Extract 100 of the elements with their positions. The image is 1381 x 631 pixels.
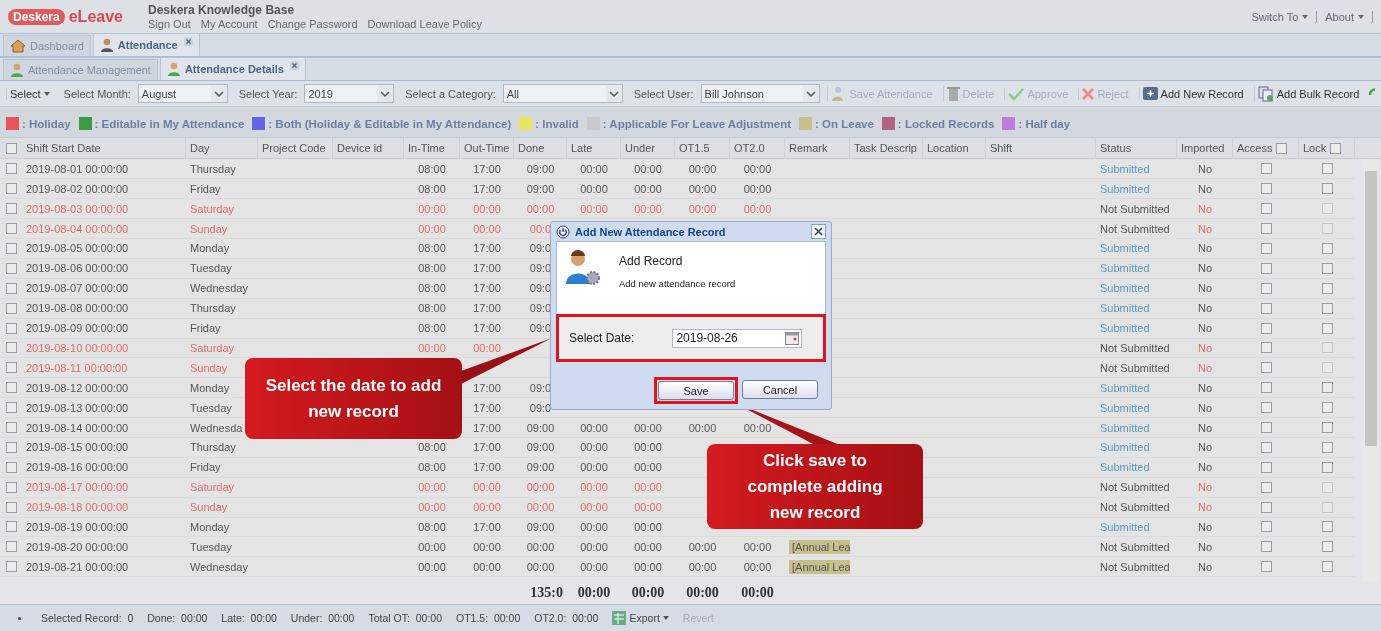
row-checkbox[interactable]: [5, 302, 17, 314]
header-link[interactable]: Download Leave Policy: [367, 16, 482, 31]
column-header[interactable]: Lock: [1303, 142, 1327, 155]
close-icon[interactable]: [811, 224, 826, 239]
row-checkbox[interactable]: [5, 322, 17, 334]
scrollbar[interactable]: [1363, 159, 1379, 583]
column-header[interactable]: Imported: [1181, 142, 1225, 155]
column-header[interactable]: OT1.5: [679, 142, 710, 155]
header-menu[interactable]: Switch To: [1251, 10, 1309, 23]
dropdown-field[interactable]: All: [502, 84, 623, 104]
column-header[interactable]: Project Code: [262, 142, 326, 155]
column-header[interactable]: Status: [1100, 142, 1132, 155]
row-checkbox[interactable]: [5, 163, 17, 175]
dropdown-field[interactable]: Bill Johnson: [700, 84, 821, 104]
checkbox[interactable]: [1321, 521, 1333, 533]
select-menu[interactable]: Select: [6, 87, 53, 100]
checkbox[interactable]: [1260, 422, 1272, 433]
checkbox[interactable]: [1276, 143, 1288, 154]
checkbox[interactable]: [1260, 203, 1272, 215]
column-header[interactable]: Location: [927, 142, 969, 155]
checkbox[interactable]: [1260, 163, 1272, 175]
toolbar-button[interactable]: Add New Record: [1138, 87, 1247, 101]
row-checkbox[interactable]: [5, 203, 17, 215]
checkbox[interactable]: [1321, 461, 1333, 473]
dropdown-field[interactable]: 2019: [304, 84, 395, 104]
checkbox[interactable]: [1330, 143, 1342, 154]
row-checkbox[interactable]: [5, 382, 17, 394]
column-header[interactable]: Remark: [789, 142, 828, 155]
calendar-icon[interactable]: [785, 331, 800, 345]
header-link[interactable]: Sign Out: [148, 16, 191, 31]
checkbox[interactable]: [1321, 163, 1333, 175]
row-checkbox[interactable]: [5, 342, 17, 354]
checkbox[interactable]: [1260, 243, 1272, 254]
checkbox[interactable]: [1260, 441, 1272, 453]
header-link[interactable]: My Account: [200, 16, 258, 31]
row-checkbox[interactable]: [5, 183, 17, 195]
checkbox[interactable]: [5, 143, 17, 154]
checkbox[interactable]: [1321, 322, 1333, 334]
checkbox[interactable]: [1321, 441, 1333, 453]
column-header[interactable]: OT2.0: [734, 142, 765, 155]
date-field[interactable]: 2019-08-26: [672, 328, 803, 348]
checkbox[interactable]: [1260, 282, 1272, 294]
checkbox[interactable]: [1321, 402, 1333, 414]
export-button[interactable]: Export: [612, 611, 669, 626]
checkbox[interactable]: [1321, 302, 1333, 314]
checkbox[interactable]: [1321, 561, 1333, 573]
row-checkbox[interactable]: [5, 541, 17, 553]
column-header[interactable]: Under: [625, 142, 655, 155]
checkbox[interactable]: [1321, 382, 1333, 394]
checkbox[interactable]: [1260, 402, 1272, 414]
cancel-button[interactable]: Cancel: [742, 380, 818, 399]
row-checkbox[interactable]: [5, 262, 17, 274]
checkbox[interactable]: [1321, 422, 1333, 433]
checkbox[interactable]: [1260, 561, 1272, 573]
checkbox[interactable]: [1260, 521, 1272, 533]
checkbox[interactable]: [1321, 243, 1333, 254]
column-header[interactable]: Access: [1237, 142, 1273, 155]
checkbox[interactable]: [1260, 183, 1272, 195]
checkbox[interactable]: [1260, 382, 1272, 394]
checkbox[interactable]: [1260, 481, 1272, 493]
row-checkbox[interactable]: [5, 501, 17, 513]
checkbox[interactable]: [1260, 262, 1272, 274]
checkbox[interactable]: [1260, 223, 1272, 235]
row-checkbox[interactable]: [5, 223, 17, 235]
checkbox[interactable]: [1260, 461, 1272, 473]
checkbox[interactable]: [1260, 342, 1272, 354]
row-checkbox[interactable]: [5, 521, 17, 533]
checkbox[interactable]: [1321, 262, 1333, 274]
header-link[interactable]: Change Password: [267, 16, 358, 31]
checkbox[interactable]: [1260, 501, 1272, 513]
tab[interactable]: Attendance Details: [159, 57, 306, 81]
row-checkbox[interactable]: [5, 461, 17, 473]
column-header[interactable]: Late: [571, 142, 593, 155]
row-checkbox[interactable]: [5, 422, 17, 433]
close-icon[interactable]: [183, 37, 193, 47]
column-header[interactable]: Done: [518, 142, 545, 155]
column-header[interactable]: Out-Time: [464, 142, 510, 155]
row-checkbox[interactable]: [5, 441, 17, 453]
column-header[interactable]: Device id: [337, 142, 383, 155]
row-checkbox[interactable]: [5, 402, 17, 414]
checkbox[interactable]: [1321, 282, 1333, 294]
checkbox[interactable]: [1321, 183, 1333, 195]
column-header[interactable]: Shift Start Date: [26, 142, 101, 155]
dropdown-field[interactable]: August: [137, 84, 228, 104]
row-checkbox[interactable]: [5, 282, 17, 294]
checkbox[interactable]: [1260, 362, 1272, 374]
row-checkbox[interactable]: [5, 362, 17, 374]
toolbar-button[interactable]: Add Bulk Record: [1253, 85, 1363, 102]
row-checkbox[interactable]: [5, 561, 17, 573]
checkbox[interactable]: [1260, 541, 1272, 553]
save-button[interactable]: Save: [658, 381, 734, 400]
row-checkbox[interactable]: [5, 243, 17, 254]
checkbox[interactable]: [1260, 302, 1272, 314]
column-header[interactable]: Shift: [990, 142, 1012, 155]
checkbox[interactable]: [1260, 322, 1272, 334]
tab[interactable]: Attendance: [92, 33, 200, 57]
close-icon[interactable]: [289, 61, 299, 71]
checkbox[interactable]: [1321, 541, 1333, 553]
row-checkbox[interactable]: [5, 481, 17, 493]
column-header[interactable]: Task Descrip: [854, 142, 917, 155]
